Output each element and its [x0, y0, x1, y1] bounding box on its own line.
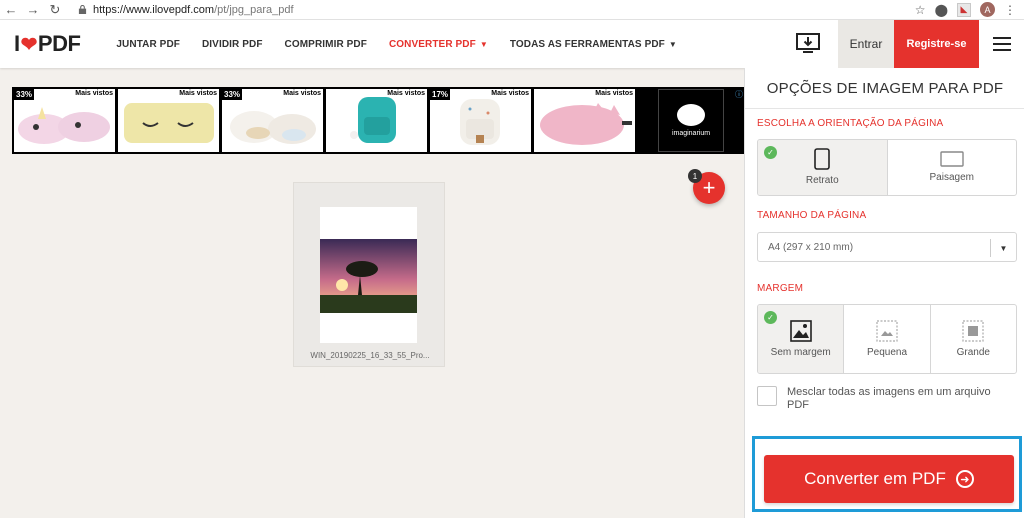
eye-mask-image	[124, 103, 214, 143]
adchoices-icon[interactable]: ⓘ	[735, 89, 743, 100]
image-large-margin-icon	[962, 319, 984, 342]
discount-badge: 17%	[430, 89, 451, 100]
reload-icon[interactable]: ↻	[44, 0, 66, 20]
ad-tag: Mais vistos	[491, 90, 529, 97]
margin-small-option[interactable]: Pequena	[844, 305, 931, 373]
heart-icon: ❤	[20, 33, 38, 56]
url-host: https://www.ilovepdf.com	[93, 3, 215, 16]
nav-comprimir-pdf[interactable]: COMPRIMIR PDF	[285, 39, 367, 50]
nav-dividir-pdf[interactable]: DIVIDIR PDF	[202, 39, 263, 50]
caret-down-icon: ▼	[668, 39, 677, 49]
register-button[interactable]: Registre-se	[894, 20, 979, 68]
merge-images-label: Mesclar todas as imagens em um arquivo P…	[787, 386, 991, 411]
check-icon: ✓	[764, 311, 777, 324]
portrait-page-icon	[814, 148, 831, 170]
hamburger-menu-icon[interactable]	[979, 20, 1024, 68]
ad-product-card[interactable]: Mais vistos	[534, 89, 635, 152]
address-bar[interactable]: https://www.ilovepdf.com/pt/jpg_para_pdf	[78, 1, 294, 19]
nav-label: COMPRIMIR PDF	[284, 38, 367, 50]
extension-icon[interactable]: ⬤	[935, 3, 948, 17]
page-size-label: TAMANHO DA PÁGINA	[757, 210, 867, 221]
site-header: I ❤ PDF JUNTAR PDF DIVIDIR PDF COMPRIMIR P…	[0, 20, 1024, 68]
arrow-right-circle-icon: ➜	[955, 470, 974, 488]
logo-text-pdf: PDF	[37, 31, 81, 56]
orientation-options: ✓ Retrato Paisagem	[757, 139, 1017, 196]
ad-brand-name: imaginarium	[671, 130, 711, 137]
orientation-portrait-option[interactable]: ✓ Retrato	[758, 140, 888, 195]
url-path: /pt/jpg_para_pdf	[214, 3, 294, 16]
merge-images-checkbox[interactable]	[757, 386, 777, 406]
nav-label: JUNTAR PDF	[116, 38, 180, 50]
ad-product-card[interactable]: Mais vistos	[326, 89, 427, 152]
check-icon: ✓	[764, 146, 777, 159]
option-label: Pequena	[866, 346, 908, 358]
ilovepdf-logo[interactable]: I ❤ PDF	[14, 31, 81, 57]
nav-todas-ferramentas[interactable]: TODAS AS FERRAMENTAS PDF ▼	[510, 39, 677, 50]
nav-label: TODAS AS FERRAMENTAS PDF	[509, 38, 665, 50]
caret-down-icon: ▼	[479, 39, 488, 49]
ad-tag: Mais vistos	[387, 90, 425, 97]
options-sidebar: OPÇÕES DE IMAGEM PARA PDF ESCOLHA A ORIE…	[744, 68, 1024, 518]
divider	[745, 108, 1024, 109]
uploaded-file-card[interactable]: WIN_20190225_16_33_55_Pro...	[293, 182, 445, 367]
back-icon[interactable]: ←	[0, 0, 22, 20]
file-name: WIN_20190225_16_33_55_Pro...	[310, 351, 430, 360]
chevron-down-icon: ▼	[990, 239, 1016, 257]
discount-badge: 33%	[14, 89, 35, 100]
ad-tag: Mais vistos	[179, 90, 217, 97]
merge-images-row: Mesclar todas as imagens em um arquivo P…	[757, 386, 1012, 412]
file-count-badge: 1	[688, 169, 702, 183]
margin-none-option[interactable]: ✓ Sem margem	[758, 305, 845, 373]
ad-tag: Mais vistos	[595, 90, 633, 97]
image-no-margin-icon	[789, 319, 812, 342]
ad-product-card[interactable]: 33% Mais vistos	[14, 89, 115, 152]
image-small-margin-icon	[876, 319, 898, 342]
pdf-extension-icon[interactable]: ◣	[957, 2, 971, 17]
file-page-preview	[320, 207, 417, 343]
browser-menu-icon[interactable]: ⋮	[1004, 3, 1016, 17]
ad-product-card[interactable]: Mais vistos	[118, 89, 219, 152]
ad-tag: Mais vistos	[283, 90, 321, 97]
margin-options: ✓ Sem margem Pequena Grande	[757, 304, 1017, 374]
profile-avatar[interactable]: A	[980, 2, 995, 17]
orientation-label: ESCOLHA A ORIENTAÇÃO DA PÁGINA	[757, 118, 944, 129]
page-size-select[interactable]: A4 (297 x 210 mm) ▼	[757, 232, 1017, 262]
lock-icon	[78, 5, 87, 14]
ad-product-card[interactable]: 33% Mais vistos	[222, 89, 323, 152]
option-label: Paisagem	[929, 172, 974, 183]
ad-banner[interactable]: 33% Mais vistos Mais vistos 33% Mais vis…	[12, 87, 745, 154]
nav-juntar-pdf[interactable]: JUNTAR PDF	[116, 39, 180, 50]
browser-toolbar: ← → ↻ https://www.ilovepdf.com/pt/jpg_pa…	[0, 0, 1024, 20]
ad-product-card[interactable]: 17% Mais vistos	[430, 89, 531, 152]
nav-converter-pdf[interactable]: CONVERTER PDF ▼	[389, 39, 488, 50]
sunset-image-thumbnail	[320, 239, 417, 313]
ad-tag: Mais vistos	[75, 90, 113, 97]
nav-label: DIVIDIR PDF	[201, 38, 263, 50]
margin-label: MARGEM	[757, 283, 804, 294]
login-button[interactable]: Entrar	[838, 20, 894, 68]
discount-badge: 33%	[222, 89, 243, 100]
desktop-download-icon[interactable]	[794, 30, 822, 58]
backpack-image	[350, 97, 396, 143]
bookmark-star-icon[interactable]: ☆	[915, 3, 926, 17]
page-size-value: A4 (297 x 210 mm)	[768, 241, 854, 253]
ad-brand-logo[interactable]: imaginarium	[658, 89, 724, 152]
option-label: Grande	[956, 346, 990, 358]
landscape-page-icon	[940, 151, 964, 167]
speech-bubble-icon	[677, 104, 705, 126]
orientation-landscape-option[interactable]: Paisagem	[888, 140, 1017, 195]
option-label: Sem margem	[770, 346, 831, 358]
convert-to-pdf-button[interactable]: Converter em PDF ➜	[764, 455, 1014, 503]
plush-bag-image	[540, 103, 632, 145]
panel-title: OPÇÕES DE IMAGEM PARA PDF	[766, 80, 1004, 97]
convert-label: Converter em PDF	[804, 469, 946, 488]
option-label: Retrato	[805, 175, 839, 186]
main-nav: JUNTAR PDF DIVIDIR PDF COMPRIMIR PDF CON…	[116, 39, 677, 50]
margin-large-option[interactable]: Grande	[931, 305, 1016, 373]
nav-label: CONVERTER PDF	[388, 38, 476, 50]
logo-text-i: I	[14, 31, 20, 56]
forward-icon[interactable]: →	[22, 0, 44, 20]
